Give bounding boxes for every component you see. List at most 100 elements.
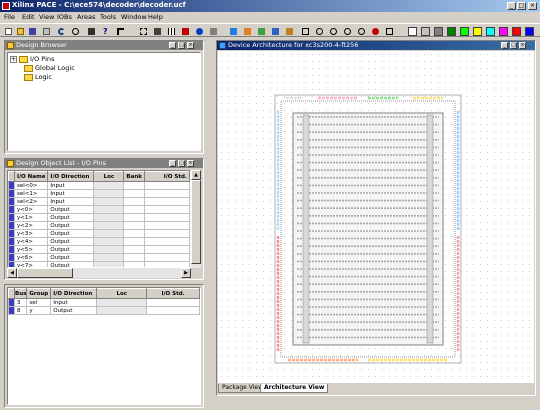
io-direction-cell[interactable]: Output [47, 229, 95, 238]
menu-edit[interactable]: Edit [22, 13, 35, 21]
io-std-cell[interactable] [146, 298, 200, 307]
table-row[interactable]: sel<2> Input [8, 197, 190, 206]
bank-cell[interactable] [123, 197, 145, 206]
column-header[interactable]: I/O Std. [143, 171, 190, 182]
list-icon[interactable] [242, 26, 252, 36]
table-icon[interactable] [228, 26, 238, 36]
maximize-button[interactable]: □ [517, 2, 526, 10]
zoom-prev-icon[interactable] [342, 26, 352, 36]
pane-maximize-button[interactable]: □ [178, 42, 185, 49]
fullscreen-icon[interactable] [384, 26, 394, 36]
expand-icon[interactable]: + [10, 55, 17, 63]
io-direction-cell[interactable]: Output [47, 253, 95, 262]
io-std-cell[interactable] [143, 229, 190, 238]
loc-cell[interactable] [93, 197, 125, 206]
io-std-cell[interactable] [143, 189, 190, 198]
column-header[interactable]: I/O Direction [50, 288, 98, 299]
layers-icon[interactable] [152, 26, 162, 36]
table-row[interactable]: y<2> Output [8, 221, 190, 230]
undo-icon[interactable] [56, 26, 66, 36]
new-icon[interactable] [3, 26, 13, 36]
loc-cell[interactable] [93, 221, 125, 230]
color-swatch[interactable] [486, 27, 495, 36]
menu-view[interactable]: View [39, 13, 54, 21]
io-direction-cell[interactable]: Output [47, 237, 95, 246]
zoom-full-icon[interactable] [300, 26, 310, 36]
io-name-cell[interactable]: y<2> [13, 221, 49, 230]
menu-window[interactable]: Window [121, 13, 147, 21]
io-direction-cell[interactable]: Output [47, 205, 95, 214]
object-list-horizontal-scrollbar[interactable]: ◀ ▶ [7, 268, 191, 278]
bank-cell[interactable] [123, 221, 145, 230]
io-direction-cell[interactable]: Output [47, 221, 95, 230]
scroll-right-icon[interactable]: ▶ [181, 268, 191, 278]
table-row[interactable]: 8 y Output [8, 306, 200, 315]
io-std-cell[interactable] [143, 253, 190, 262]
io-name-cell[interactable]: y<5> [13, 245, 49, 254]
io-name-cell[interactable]: sel<0> [13, 181, 49, 190]
column-header[interactable]: Loc [96, 288, 148, 299]
tree-item-io-pins[interactable]: + I/O Pins [10, 55, 54, 63]
io-direction-cell[interactable]: Input [47, 197, 95, 206]
column-header[interactable]: Bank [123, 171, 145, 182]
io-direction-cell[interactable]: Output [47, 213, 95, 222]
column-header[interactable]: I/O Name [13, 171, 49, 182]
io-std-cell[interactable] [143, 221, 190, 230]
table-row[interactable]: sel<0> Input [8, 181, 190, 190]
io-std-cell[interactable] [143, 213, 190, 222]
menu-tools[interactable]: Tools [100, 13, 116, 21]
io-name-cell[interactable]: y<3> [13, 229, 49, 238]
io-std-cell[interactable] [143, 181, 190, 190]
table-row[interactable]: y<1> Output [8, 213, 190, 222]
bank-cell[interactable] [123, 229, 145, 238]
table-row[interactable]: 3 sel Input [8, 298, 200, 307]
open-icon[interactable] [15, 26, 25, 36]
loc-cell[interactable] [93, 181, 125, 190]
menu-iobs[interactable]: IOBs [57, 13, 72, 21]
io-direction-cell[interactable]: Input [47, 189, 95, 198]
io-name-cell[interactable]: sel<2> [13, 197, 49, 206]
zoom-in-icon[interactable] [284, 26, 294, 36]
io-std-cell[interactable] [143, 197, 190, 206]
table-row[interactable]: y<6> Output [8, 253, 190, 262]
column-header[interactable]: Loc [93, 171, 125, 182]
loc-cell[interactable] [96, 298, 148, 307]
help-icon[interactable]: ? [101, 26, 111, 36]
architecture-view-canvas[interactable] [218, 51, 534, 383]
io-direction-cell[interactable]: Output [47, 245, 95, 254]
loc-cell[interactable] [93, 245, 125, 254]
tree-item-global-logic[interactable]: Global Logic [24, 64, 75, 72]
save-icon[interactable] [27, 26, 37, 36]
grid-icon[interactable] [166, 26, 176, 36]
column-header[interactable]: I/O Direction [47, 171, 95, 182]
group-cell[interactable]: sel [26, 298, 52, 307]
zoom-select-icon[interactable] [328, 26, 338, 36]
scroll-up-icon[interactable]: ▲ [191, 170, 201, 180]
object-list-vertical-scrollbar[interactable]: ▲ [191, 170, 201, 268]
color-swatch[interactable] [525, 27, 534, 36]
column-header[interactable]: Bus [13, 288, 28, 299]
io-name-cell[interactable]: sel<1> [13, 189, 49, 198]
loc-cell[interactable] [93, 237, 125, 246]
color-swatch[interactable] [499, 27, 508, 36]
close-button[interactable]: × [528, 2, 537, 10]
pin-icon[interactable] [194, 26, 204, 36]
io-name-cell[interactable]: y<1> [13, 213, 49, 222]
table-row[interactable]: y<0> Output [8, 205, 190, 214]
loc-cell[interactable] [93, 253, 125, 262]
io-name-cell[interactable]: y<4> [13, 237, 49, 246]
tree-item-logic[interactable]: Logic [24, 73, 52, 81]
bank-cell[interactable] [123, 245, 145, 254]
fit-icon[interactable] [256, 26, 266, 36]
find-icon[interactable] [70, 26, 80, 36]
io-std-cell[interactable] [143, 205, 190, 214]
io-name-cell[interactable]: y<0> [13, 205, 49, 214]
binoculars-icon[interactable] [86, 26, 96, 36]
menu-help[interactable]: Help [148, 13, 163, 21]
pane-close-button[interactable]: × [519, 42, 526, 49]
pane-minimize-button[interactable]: _ [169, 42, 176, 49]
locate-icon[interactable] [370, 26, 380, 36]
minimize-button[interactable]: _ [507, 2, 516, 10]
bank-icon[interactable] [208, 26, 218, 36]
bank-cell[interactable] [123, 205, 145, 214]
